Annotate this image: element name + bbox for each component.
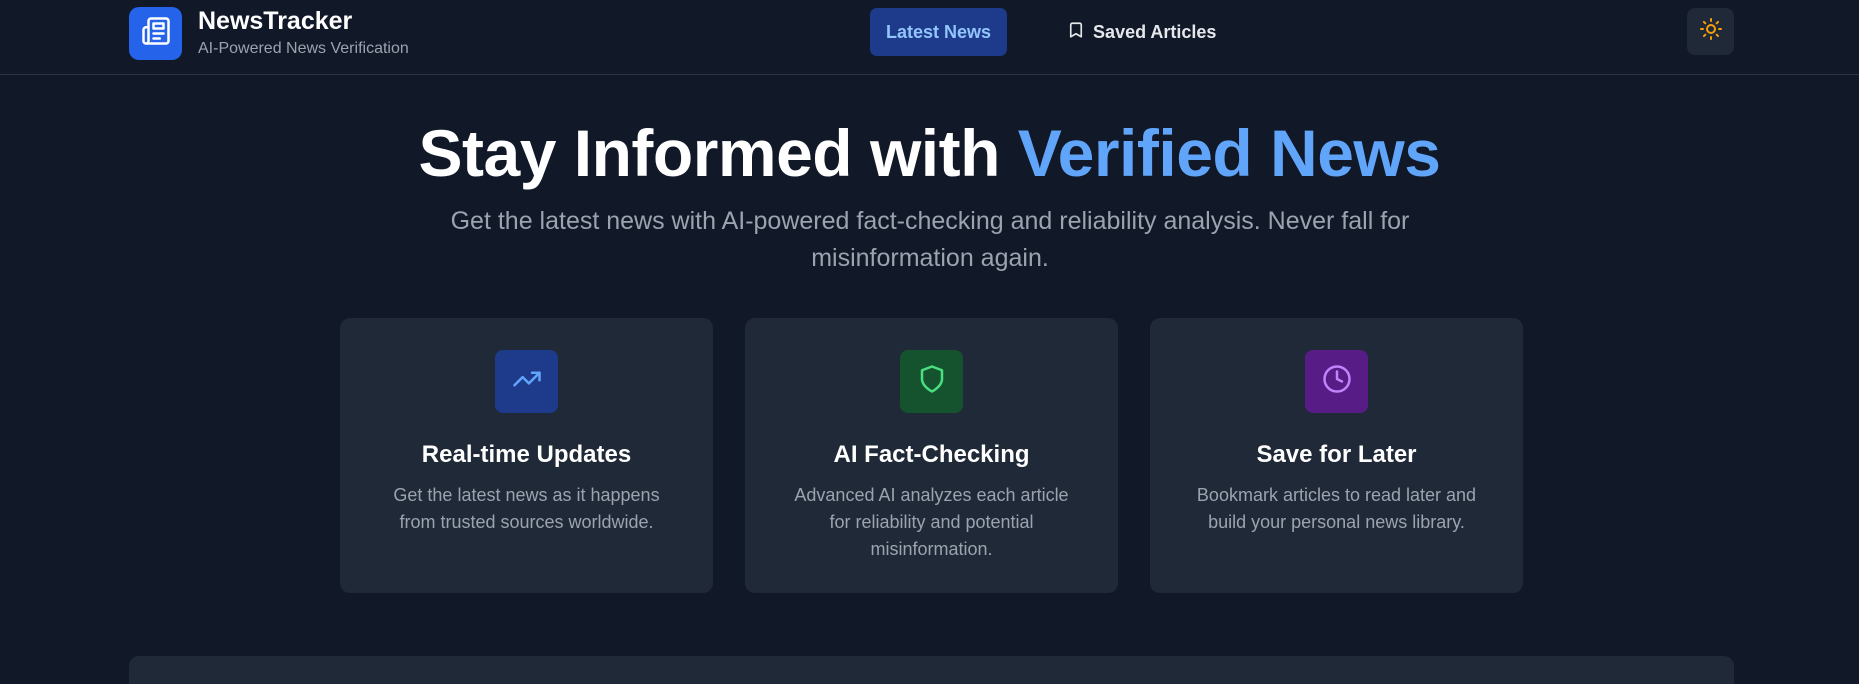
hero-title-main: Stay Informed with [418, 116, 1001, 190]
news-panel [129, 656, 1734, 684]
main-nav: Latest News Saved Articles [870, 8, 1232, 56]
brand-subtitle: AI-Powered News Verification [198, 40, 409, 57]
hero-title-accent: Verified News [1017, 116, 1441, 190]
feature-icon-box [1305, 350, 1368, 413]
brand[interactable]: NewsTracker AI-Powered News Verification [129, 6, 409, 60]
top-header: NewsTracker AI-Powered News Verification… [0, 0, 1859, 75]
bookmark-icon [1067, 21, 1093, 44]
feature-title: Save for Later [1256, 441, 1417, 468]
feature-card-realtime: Real-time Updates Get the latest news as… [340, 318, 713, 593]
feature-description: Bookmark articles to read later and buil… [1196, 485, 1477, 532]
sun-icon [1699, 17, 1723, 46]
feature-card-fact-checking: AI Fact-Checking Advanced AI analyzes ea… [745, 318, 1118, 593]
feature-icon-box [495, 350, 558, 413]
newspaper-icon [141, 16, 171, 51]
saved-articles-tab[interactable]: Saved Articles [1051, 8, 1232, 56]
saved-articles-label: Saved Articles [1093, 21, 1217, 42]
feature-title: AI Fact-Checking [833, 441, 1030, 468]
shield-icon [917, 364, 947, 399]
feature-title: Real-time Updates [421, 441, 632, 468]
hero-subtitle: Get the latest news with AI-powered fact… [450, 207, 1410, 272]
feature-description: Advanced AI analyzes each article for re… [794, 485, 1069, 559]
clock-icon [1322, 364, 1352, 399]
feature-description: Get the latest news as it happens from t… [393, 485, 660, 532]
theme-toggle-button[interactable] [1687, 8, 1734, 55]
feature-icon-box [900, 350, 963, 413]
brand-title: NewsTracker [198, 7, 353, 35]
logo [129, 6, 182, 60]
latest-news-label: Latest News [886, 21, 992, 42]
trending-up-icon [512, 364, 542, 399]
latest-news-tab[interactable]: Latest News [870, 8, 1008, 56]
hero-title: Stay Informed with Verified News [0, 113, 1859, 193]
feature-card-save-later: Save for Later Bookmark articles to read… [1150, 318, 1523, 593]
